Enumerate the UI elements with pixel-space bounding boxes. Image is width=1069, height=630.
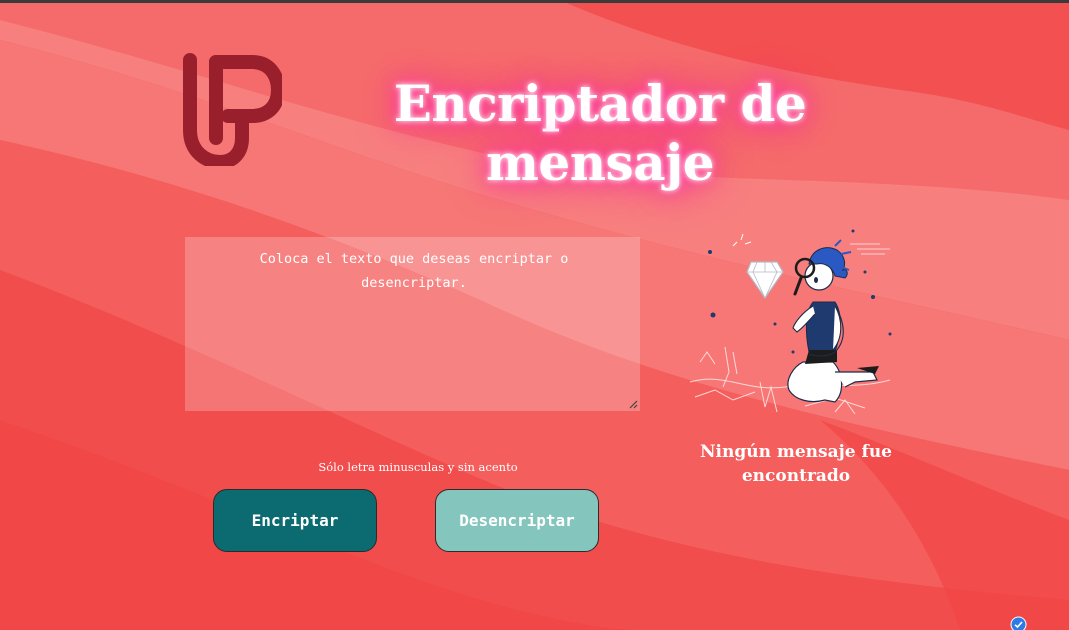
empty-result-message: Ningún mensaje fue encontrado [699,442,892,486]
check-badge-icon [1010,616,1027,630]
encrypt-button[interactable]: Encriptar [213,489,377,552]
message-textarea[interactable]: Coloca el texto que deseas encriptar o d… [185,237,640,411]
app-page: Encriptador de mensaje Coloca el texto q… [0,0,1069,630]
decrypt-button[interactable]: Desencriptar [435,489,599,552]
window-top-bar [0,0,1069,3]
person-magnifying-glass-icon [689,229,892,415]
textarea-placeholder: Coloca el texto que deseas encriptar o d… [259,251,569,291]
tp-logo-icon [183,53,282,166]
page-title: Encriptador de mensaje [393,74,807,192]
resize-handle-icon[interactable] [628,399,638,409]
input-hint: Sólo letra minusculas y sin acento [318,460,518,474]
